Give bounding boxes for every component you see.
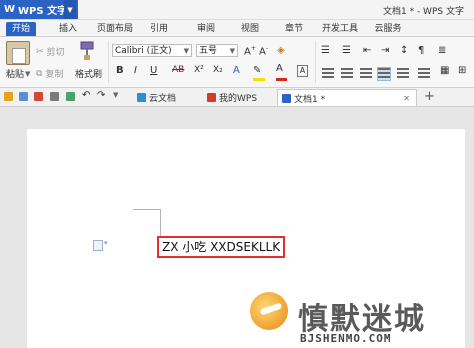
copy-icon: ⧉ xyxy=(36,68,43,79)
watermark-logo-icon xyxy=(250,292,288,330)
wps-logo-icon: W xyxy=(4,4,16,15)
tab-start[interactable]: 开始 xyxy=(6,22,36,36)
save-icon[interactable] xyxy=(19,92,28,101)
increase-indent-icon[interactable]: ⇥ xyxy=(381,45,389,56)
shading-icon[interactable]: ▦ xyxy=(440,65,449,76)
copy-button[interactable]: ⧉ 复制 xyxy=(36,67,64,81)
bullet-list-icon[interactable]: ☰ xyxy=(321,45,330,56)
chevron-down-icon[interactable]: ▼ xyxy=(113,91,118,99)
paste-button[interactable]: 粘贴 ▼ xyxy=(6,67,30,81)
shrink-font-icon[interactable]: A- xyxy=(259,45,268,57)
tab-references[interactable]: 引用 xyxy=(144,22,174,36)
tab-view[interactable]: 视图 xyxy=(235,22,265,36)
export-pdf-icon[interactable] xyxy=(34,92,43,101)
doc-tab-my-wps[interactable]: 我的WPS xyxy=(203,89,277,106)
tab-developer[interactable]: 开发工具 xyxy=(318,22,362,36)
font-color-label: A xyxy=(276,63,283,74)
chevron-down-icon: ▼ xyxy=(229,47,235,55)
paste-icon[interactable] xyxy=(6,41,30,65)
strikethrough-button[interactable]: AB xyxy=(172,65,184,75)
tab-insert[interactable]: 插入 xyxy=(53,22,83,36)
app-name: WPS 文字 xyxy=(18,6,68,17)
font-color-bar xyxy=(276,78,287,81)
tab-review[interactable]: 审阅 xyxy=(191,22,221,36)
highlight-color-bar xyxy=(253,78,265,81)
sort-icon[interactable]: ↕ xyxy=(400,45,408,56)
chevron-down-icon[interactable]: ▾ xyxy=(104,239,108,247)
chevron-down-icon: ▼ xyxy=(183,47,189,55)
print-icon[interactable] xyxy=(50,92,59,101)
paste-label: 粘贴 xyxy=(6,70,25,80)
underline-button[interactable]: U xyxy=(150,65,157,76)
align-left-icon[interactable] xyxy=(322,68,334,80)
cloud-icon xyxy=(137,93,146,102)
align-justify-icon[interactable] xyxy=(377,67,391,81)
border-icon[interactable]: ⊞ xyxy=(458,65,466,76)
paragraph-spacing-icon[interactable] xyxy=(418,68,430,80)
text-effect-icon[interactable]: A xyxy=(233,65,240,76)
margin-corner-mark xyxy=(160,210,161,236)
char-border-icon[interactable]: A xyxy=(297,65,308,77)
font-size-value: 五号 xyxy=(199,46,218,56)
grow-font-icon[interactable]: A+ xyxy=(244,45,256,57)
undo-icon[interactable]: ↶ xyxy=(82,90,90,101)
format-painter-icon[interactable] xyxy=(78,41,96,61)
open-folder-icon[interactable] xyxy=(4,92,13,101)
document-text[interactable]: ZX 小吃 XXDSEKLLK xyxy=(157,236,286,258)
line-spacing-icon[interactable]: ≣ xyxy=(438,45,446,56)
doc-tab-label: 文档1 * xyxy=(294,94,326,105)
numbered-list-icon[interactable]: ☰ xyxy=(342,45,351,56)
divider xyxy=(315,41,316,83)
title-bar: W WPS 文字 ▼ 文档1 * - WPS 文字 xyxy=(0,0,474,20)
doc-tab-document1[interactable]: 文档1 * ✕ xyxy=(277,89,417,106)
tab-cloud[interactable]: 云服务 xyxy=(370,22,406,36)
decrease-indent-icon[interactable]: ⇤ xyxy=(363,45,371,56)
print-preview-icon[interactable] xyxy=(66,92,75,101)
highlighter-icon: ✎ xyxy=(253,65,262,76)
document-tab-bar: ↶ ↷ ▼ 云文档 我的WPS 文档1 * ✕ + xyxy=(0,88,474,107)
show-marks-icon[interactable]: ¶ xyxy=(418,45,424,56)
close-icon[interactable]: ✕ xyxy=(403,94,410,103)
margin-corner-mark xyxy=(133,209,161,210)
align-center-icon[interactable] xyxy=(341,68,353,80)
font-color-button[interactable]: A xyxy=(276,63,287,81)
doc-icon xyxy=(282,93,291,103)
redo-icon[interactable]: ↷ xyxy=(97,90,105,101)
divider xyxy=(108,41,109,83)
superscript-button[interactable]: X² xyxy=(194,65,204,75)
app-menu-button[interactable]: W WPS 文字 ▼ xyxy=(0,0,78,19)
watermark: 慎默迷城 BJSHENMO.COM xyxy=(250,292,470,348)
font-family-value: Calibri (正文) xyxy=(115,46,172,56)
italic-button[interactable]: I xyxy=(134,65,137,76)
doc-tab-label: 云文档 xyxy=(149,94,177,104)
chevron-down-icon[interactable]: ▼ xyxy=(64,0,76,19)
tab-page-layout[interactable]: 页面布局 xyxy=(93,22,137,36)
font-size-select[interactable]: 五号 ▼ xyxy=(196,44,238,57)
align-right-icon[interactable] xyxy=(360,68,372,80)
copy-label: 复制 xyxy=(45,70,64,80)
ribbon-toolbar: 粘贴 ▼ ✂ 剪切 ⧉ 复制 格式刷 Calibri (正文) ▼ 五号 ▼ A+ A- … xyxy=(0,37,474,88)
wps-icon xyxy=(207,93,216,102)
window-title: 文档1 * - WPS 文字 xyxy=(383,7,464,17)
cut-button[interactable]: ✂ 剪切 xyxy=(36,45,65,59)
font-family-select[interactable]: Calibri (正文) ▼ xyxy=(112,44,192,57)
clear-format-icon[interactable]: ◈ xyxy=(277,45,285,56)
cut-label: 剪切 xyxy=(46,48,65,58)
distributed-align-icon[interactable] xyxy=(397,68,409,80)
doc-tab-label: 我的WPS xyxy=(219,94,258,104)
tab-chapter[interactable]: 章节 xyxy=(279,22,309,36)
bold-button[interactable]: B xyxy=(116,65,124,76)
scissors-icon: ✂ xyxy=(36,46,44,57)
new-tab-icon[interactable]: + xyxy=(424,89,435,104)
subscript-button[interactable]: X₂ xyxy=(213,65,223,75)
highlight-button[interactable]: ✎ xyxy=(253,65,265,81)
watermark-url: BJSHENMO.COM xyxy=(300,332,392,345)
format-painter-button[interactable]: 格式刷 xyxy=(75,67,102,80)
paragraph-handle-icon[interactable] xyxy=(93,240,103,251)
doc-tab-cloud[interactable]: 云文档 xyxy=(133,89,203,106)
ribbon-tabs: 开始 插入 页面布局 引用 审阅 视图 章节 开发工具 云服务 xyxy=(0,20,474,37)
